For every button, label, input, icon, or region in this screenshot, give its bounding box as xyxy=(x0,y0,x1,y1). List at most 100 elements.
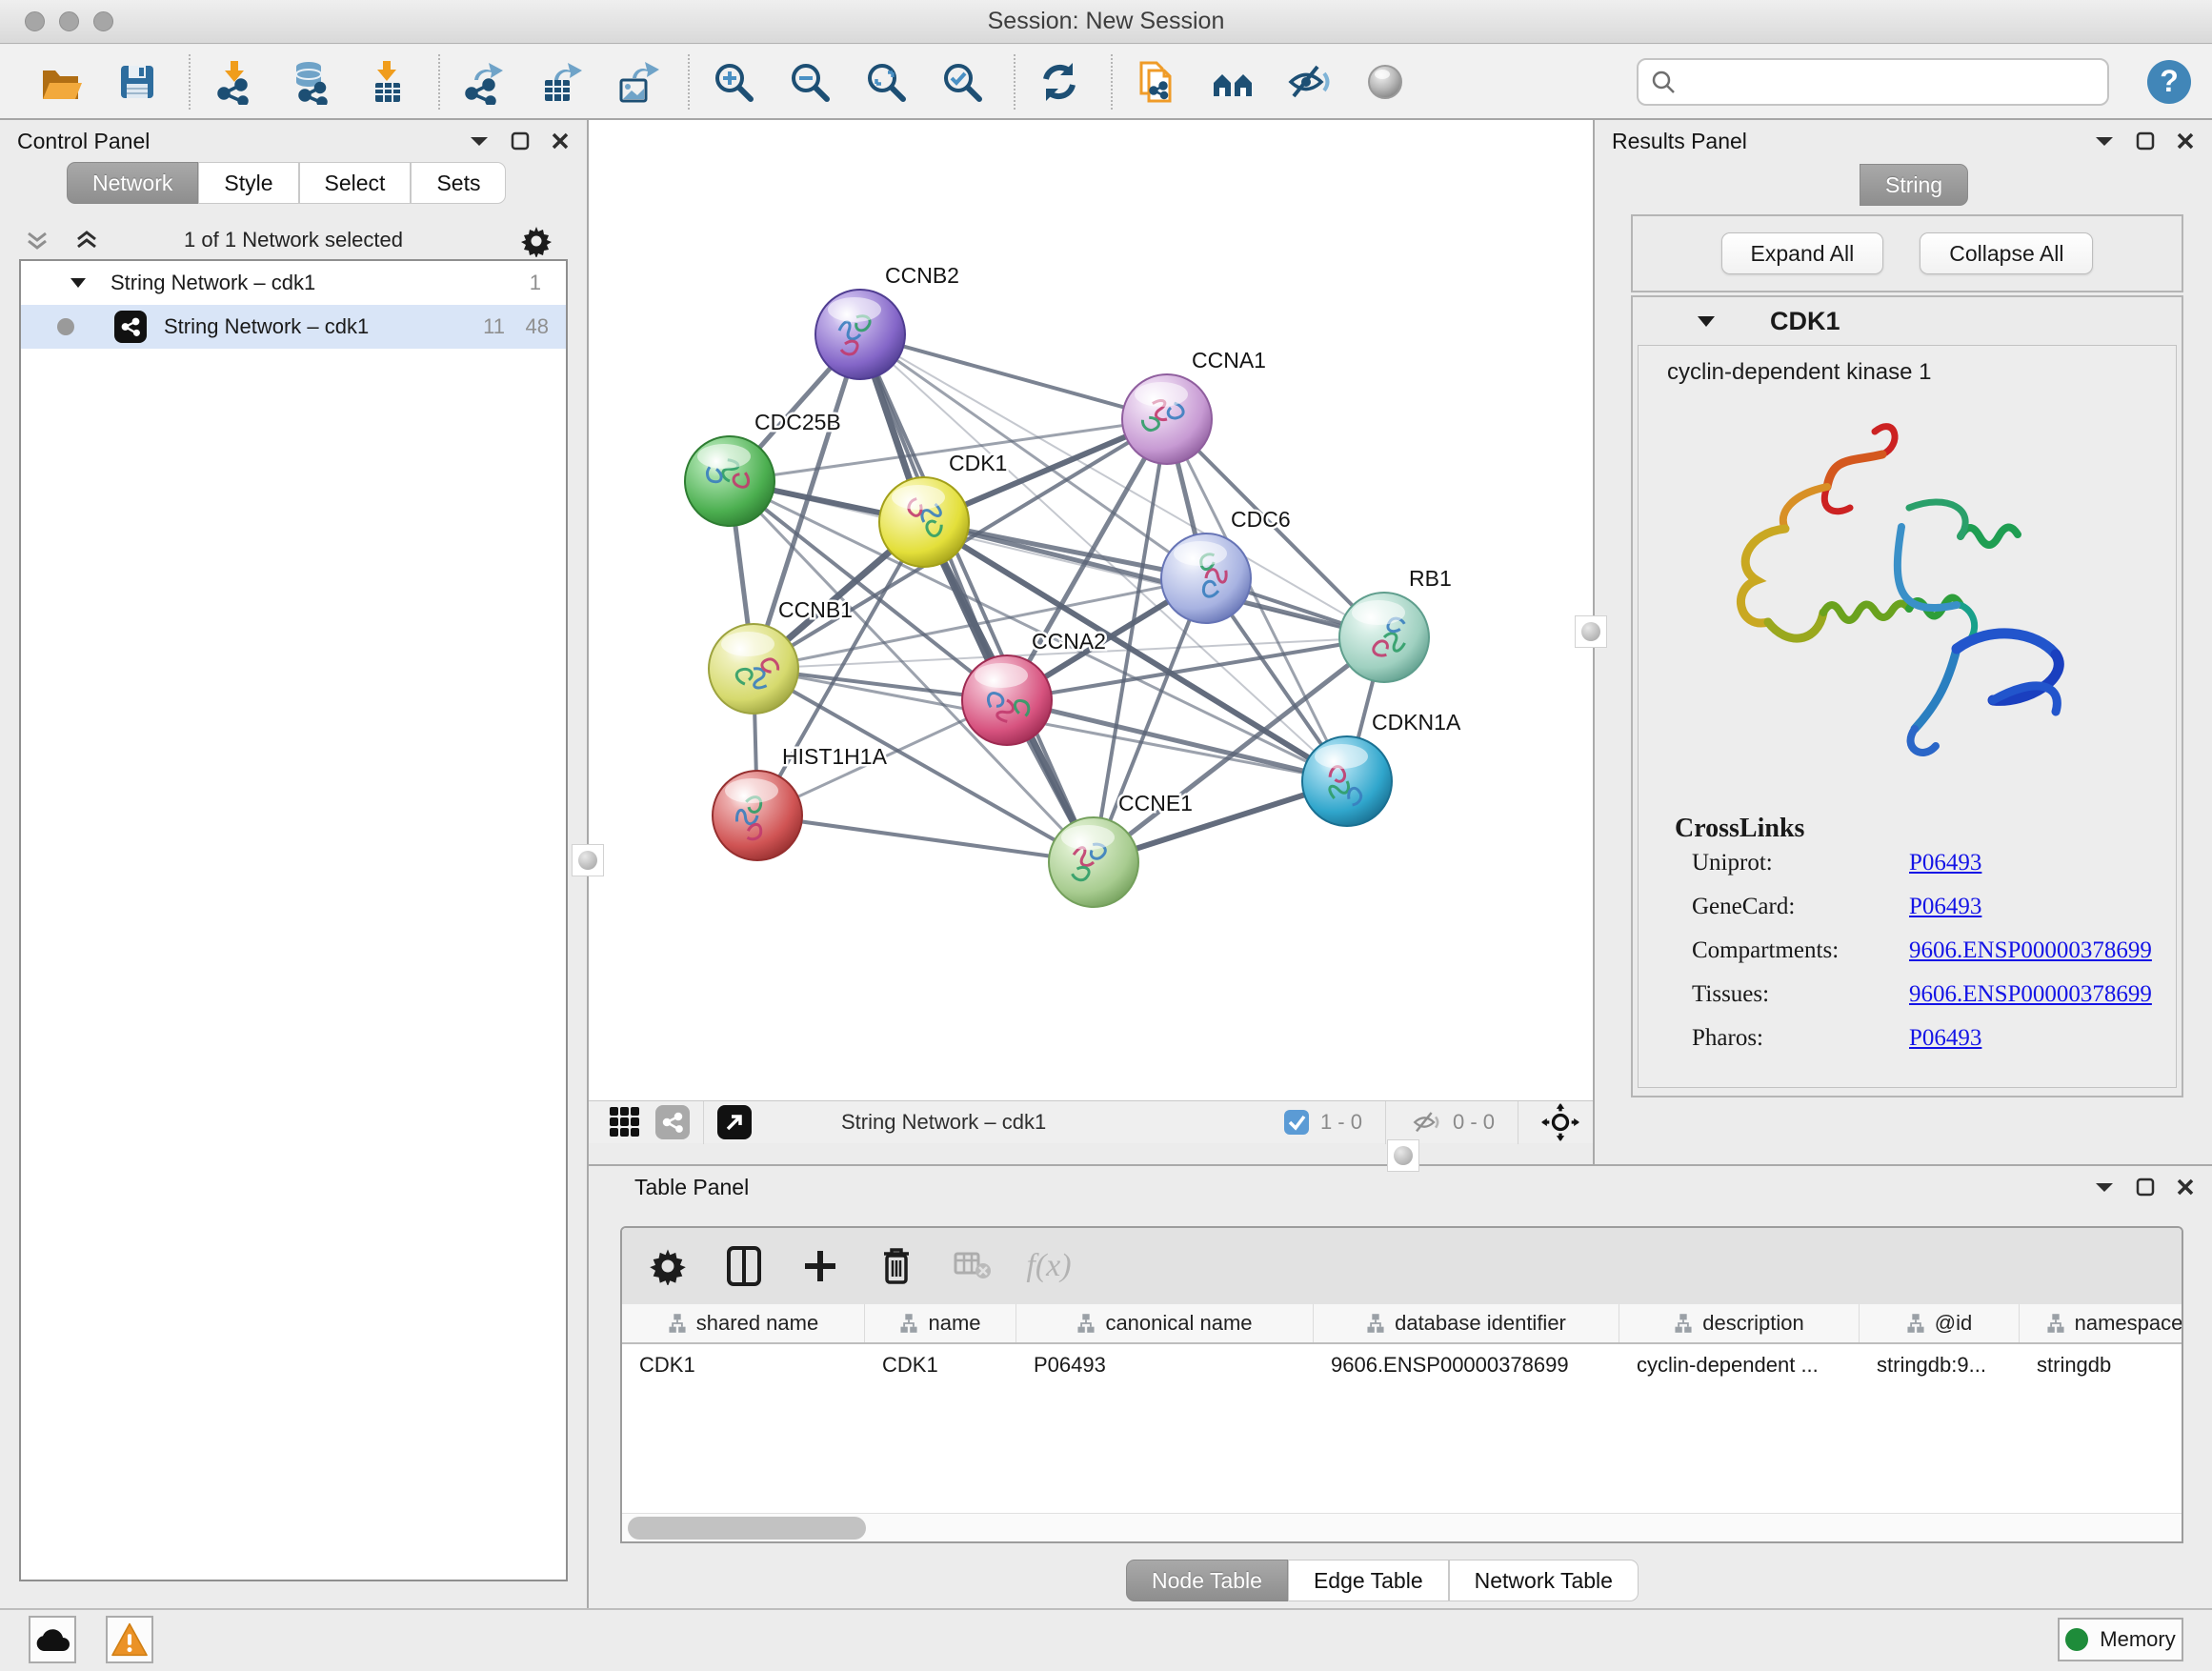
show-columns-button[interactable] xyxy=(723,1245,765,1287)
node-RB1[interactable]: RB1 xyxy=(1339,566,1452,682)
network-options-gear-icon[interactable] xyxy=(520,225,553,257)
open-session-button[interactable] xyxy=(36,57,86,107)
home-button[interactable] xyxy=(1208,57,1257,107)
crosslink-link[interactable]: 9606.ENSP00000378699 xyxy=(1909,937,2152,964)
create-column-button[interactable] xyxy=(799,1245,841,1287)
export-table-button[interactable] xyxy=(535,57,585,107)
warnings-button[interactable] xyxy=(106,1616,153,1663)
node-CDC6[interactable]: CDC6 xyxy=(1161,507,1291,623)
save-session-button[interactable] xyxy=(112,57,162,107)
collapse-all-icon[interactable] xyxy=(25,228,50,252)
tab-edge-table[interactable]: Edge Table xyxy=(1288,1560,1449,1601)
node-CCNB1[interactable]: CCNB1 xyxy=(709,597,853,714)
column-header-canonical-name[interactable]: canonical name xyxy=(1016,1304,1314,1342)
network-collection-row[interactable]: String Network – cdk1 1 xyxy=(21,261,566,305)
crosslink-link[interactable]: P06493 xyxy=(1909,1025,1981,1052)
expand-all-button[interactable]: Expand All xyxy=(1721,232,1884,274)
float-panel-icon[interactable] xyxy=(2136,131,2155,151)
network-from-selection-button[interactable] xyxy=(1132,57,1181,107)
hide-selected-button[interactable] xyxy=(1284,57,1334,107)
close-panel-icon[interactable] xyxy=(2176,131,2195,151)
export-image-button[interactable] xyxy=(612,57,661,107)
table-settings-button[interactable] xyxy=(647,1245,689,1287)
column-header-description[interactable]: description xyxy=(1619,1304,1860,1342)
maximize-window-button[interactable] xyxy=(93,11,113,31)
right-splitter-handle[interactable] xyxy=(1575,615,1607,648)
zoom-selected-button[interactable] xyxy=(937,57,987,107)
node-CCNB2[interactable]: CCNB2 xyxy=(815,263,959,379)
scrollbar-thumb[interactable] xyxy=(628,1517,866,1540)
tab-network[interactable]: Network xyxy=(67,162,198,204)
node-CCNA1[interactable]: CCNA1 xyxy=(1122,348,1266,464)
zoom-out-button[interactable] xyxy=(785,57,835,107)
show-graphics-button[interactable] xyxy=(1360,57,1410,107)
bottom-splitter-handle[interactable] xyxy=(1387,1139,1419,1172)
tab-string[interactable]: String xyxy=(1860,164,1968,206)
network-overview-button[interactable] xyxy=(655,1105,690,1139)
collapse-all-button[interactable]: Collapse All xyxy=(1920,232,2093,274)
column-header-shared-name[interactable]: shared name xyxy=(622,1304,865,1342)
node-CDKN1A[interactable]: CDKN1A xyxy=(1302,710,1461,826)
search-input[interactable] xyxy=(1677,70,2077,94)
expand-all-icon[interactable] xyxy=(74,228,99,252)
export-network-file-button[interactable] xyxy=(459,57,509,107)
network-canvas[interactable]: CCNB2CCNA1CDC25BCDK1CDC6RB1CCNB1CCNA2CDK… xyxy=(589,120,1593,1100)
detach-view-button[interactable] xyxy=(717,1105,752,1139)
cloud-status-button[interactable] xyxy=(29,1616,76,1663)
column-header-name[interactable]: name xyxy=(865,1304,1016,1342)
tab-select[interactable]: Select xyxy=(299,162,412,204)
memory-button[interactable]: Memory xyxy=(2058,1618,2183,1661)
crosslink-link[interactable]: P06493 xyxy=(1909,850,1981,876)
column-header-@id[interactable]: @id xyxy=(1860,1304,2020,1342)
import-network-database-button[interactable] xyxy=(286,57,335,107)
selected-checkbox-icon[interactable] xyxy=(1282,1108,1311,1137)
panel-menu-icon[interactable] xyxy=(2094,1180,2115,1194)
crosslink-link[interactable]: 9606.ENSP00000378699 xyxy=(1909,981,2152,1008)
import-network-file-button[interactable] xyxy=(210,57,259,107)
float-panel-icon[interactable] xyxy=(511,131,530,151)
delete-table-button[interactable] xyxy=(952,1245,994,1287)
apply-layout-button[interactable] xyxy=(1035,57,1084,107)
tab-sets[interactable]: Sets xyxy=(411,162,506,204)
function-builder-button[interactable]: f(x) xyxy=(1028,1245,1070,1287)
tab-node-table[interactable]: Node Table xyxy=(1126,1560,1288,1601)
tab-network-table[interactable]: Network Table xyxy=(1449,1560,1639,1601)
edge-CCNB2-CCNE1[interactable] xyxy=(860,334,1094,862)
crosslink-link[interactable]: P06493 xyxy=(1909,894,1981,920)
horizontal-scrollbar[interactable] xyxy=(622,1513,2182,1541)
table-cell[interactable]: CDK1 xyxy=(622,1353,865,1378)
collapse-entry-icon[interactable] xyxy=(1696,314,1717,329)
help-button[interactable]: ? xyxy=(2145,58,2193,106)
table-cell[interactable]: CDK1 xyxy=(865,1353,1016,1378)
table-cell[interactable]: cyclin-dependent ... xyxy=(1619,1353,1860,1378)
zoom-in-button[interactable] xyxy=(709,57,758,107)
close-panel-icon[interactable] xyxy=(551,131,570,151)
column-header-database-identifier[interactable]: database identifier xyxy=(1314,1304,1619,1342)
minimize-window-button[interactable] xyxy=(59,11,79,31)
node-CDK1[interactable]: CDK1 xyxy=(879,451,1007,567)
tab-style[interactable]: Style xyxy=(198,162,298,204)
delete-column-button[interactable] xyxy=(875,1245,917,1287)
table-cell[interactable]: 9606.ENSP00000378699 xyxy=(1314,1353,1619,1378)
node-HIST1H1A[interactable]: HIST1H1A xyxy=(713,744,888,860)
float-panel-icon[interactable] xyxy=(2136,1178,2155,1197)
left-splitter-handle[interactable] xyxy=(572,844,604,876)
network-row[interactable]: String Network – cdk1 11 48 xyxy=(21,305,566,349)
panel-menu-icon[interactable] xyxy=(2094,134,2115,148)
import-table-button[interactable] xyxy=(362,57,412,107)
grid-view-button[interactable] xyxy=(608,1105,642,1139)
collection-expand-icon[interactable] xyxy=(69,276,88,290)
edge-HIST1H1A-CCNE1[interactable] xyxy=(757,815,1094,862)
string-network-graph[interactable]: CCNB2CCNA1CDC25BCDK1CDC6RB1CCNB1CCNA2CDK… xyxy=(589,120,1593,1100)
panel-menu-icon[interactable] xyxy=(469,134,490,148)
zoom-fit-button[interactable] xyxy=(861,57,911,107)
close-window-button[interactable] xyxy=(25,11,45,31)
edge-CCNA2-CDKN1A[interactable] xyxy=(1007,700,1347,781)
close-panel-icon[interactable] xyxy=(2176,1178,2195,1197)
fit-content-crosshair-icon[interactable] xyxy=(1541,1103,1579,1141)
table-row[interactable]: CDK1CDK1P064939606.ENSP00000378699cyclin… xyxy=(622,1344,2182,1386)
table-cell[interactable]: stringdb xyxy=(2020,1353,2183,1378)
column-header-namespace[interactable]: namespace xyxy=(2020,1304,2183,1342)
table-cell[interactable]: P06493 xyxy=(1016,1353,1314,1378)
table-cell[interactable]: stringdb:9... xyxy=(1860,1353,2020,1378)
